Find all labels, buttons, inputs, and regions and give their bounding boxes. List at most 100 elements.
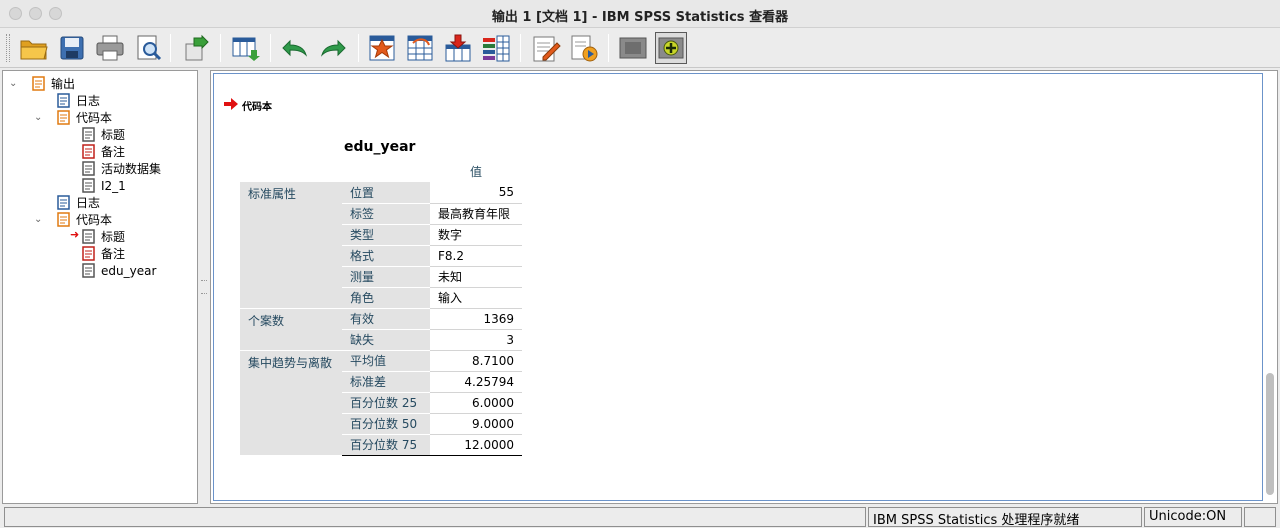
notes-icon <box>81 144 96 159</box>
expand-chevron-icon[interactable]: ⌄ <box>34 112 44 123</box>
row-label: 百分位数 25 <box>342 392 430 414</box>
window-title: 输出 1 [文档 1] - IBM SPSS Statistics 查看器 <box>491 10 789 25</box>
run-script-button[interactable] <box>568 32 600 64</box>
row-value: 6.0000 <box>430 392 522 414</box>
outline-item-label: 活动数据集 <box>101 162 162 176</box>
outline-item-label: 标题 <box>101 230 126 244</box>
row-value: 55 <box>430 182 522 204</box>
dataset-icon <box>81 161 96 176</box>
goto-case-button[interactable] <box>366 32 398 64</box>
status-extra-cell <box>1244 507 1276 527</box>
row-value: 8.7100 <box>430 350 522 372</box>
outline-item-label: edu_year <box>101 263 157 278</box>
row-value: 1369 <box>430 308 522 330</box>
row-label: 位置 <box>342 182 430 204</box>
save-button[interactable] <box>56 32 88 64</box>
show-icon <box>658 37 684 59</box>
export-button[interactable] <box>180 32 212 64</box>
outline-item[interactable]: ⌄ 代码本 <box>34 109 113 126</box>
row-value: 4.25794 <box>430 371 522 393</box>
outline-item[interactable]: 活动数据集 <box>81 160 161 177</box>
print-preview-button[interactable] <box>132 32 164 64</box>
outline-item[interactable]: 备注 <box>81 143 125 160</box>
status-message-cell <box>4 507 866 527</box>
table-row: 集中趋势与离散 平均值 8.7100 <box>240 349 522 455</box>
outline-item[interactable]: ⌄ 输出 <box>9 75 75 92</box>
unicode-status: Unicode:ON <box>1144 507 1242 527</box>
redo-button[interactable] <box>318 32 350 64</box>
goto-variable-button[interactable] <box>404 32 436 64</box>
row-label: 百分位数 50 <box>342 413 430 435</box>
table-row: 标准属性 位置 55 <box>240 182 522 308</box>
print-icon <box>96 35 124 61</box>
table-icon <box>81 263 96 278</box>
outline-item-label: 代码本 <box>76 111 113 125</box>
toolbar <box>0 28 1280 68</box>
row-value: 输入 <box>430 287 522 309</box>
insert-cases-button[interactable] <box>442 32 474 64</box>
outline-item-label: 日志 <box>76 196 101 210</box>
group-label: 集中趋势与离散 <box>240 349 342 455</box>
outline-item-label: 备注 <box>101 247 126 261</box>
group-label: 个案数 <box>240 307 342 350</box>
run-script-icon <box>571 35 598 62</box>
row-label: 角色 <box>342 287 430 309</box>
hide-button[interactable] <box>617 32 649 64</box>
goto-data-button[interactable] <box>230 32 262 64</box>
table-header-row: 值 <box>240 161 522 182</box>
outline-item[interactable]: 日志 <box>56 194 100 211</box>
undo-button[interactable] <box>278 32 310 64</box>
row-label: 平均值 <box>342 349 430 372</box>
title-icon <box>81 127 96 142</box>
expand-chevron-icon[interactable]: ⌄ <box>34 214 44 225</box>
row-label: 类型 <box>342 224 430 246</box>
processor-status: IBM SPSS Statistics 处理程序就绪 <box>868 507 1142 528</box>
outline-item-label: 标题 <box>101 128 126 142</box>
redo-icon <box>320 39 346 57</box>
outline-item[interactable]: I2_1 <box>81 177 126 194</box>
row-value: 未知 <box>430 266 522 288</box>
open-button[interactable] <box>18 32 50 64</box>
outline-item[interactable]: 备注 <box>81 245 125 262</box>
row-value: 最高教育年限 <box>430 203 522 225</box>
open-icon <box>20 40 48 60</box>
print-preview-icon <box>137 35 162 61</box>
row-label: 标准差 <box>342 371 430 393</box>
syntax-button[interactable] <box>530 32 562 64</box>
export-icon <box>185 34 209 61</box>
row-value: 9.0000 <box>430 413 522 435</box>
current-item-arrow-icon: ➜ <box>70 228 80 241</box>
title-bar: 输出 1 [文档 1] - IBM SPSS Statistics 查看器 <box>0 0 1280 28</box>
codebook-table[interactable]: 值标准属性 位置 55 标签 最高教育年限 类型 数字 格式 F8.2 测量 未知 角色 输入 个案数 有效… <box>240 161 522 456</box>
outline-item-label: 备注 <box>101 145 126 159</box>
expand-chevron-icon[interactable]: ⌄ <box>9 78 19 89</box>
group-label: 标准属性 <box>240 182 342 308</box>
pane-splitter[interactable] <box>199 70 209 504</box>
table-row: 个案数 有效 1369 <box>240 307 522 350</box>
outline-item[interactable]: 日志 <box>56 92 100 109</box>
row-label: 百分位数 75 <box>342 434 430 456</box>
row-value: 数字 <box>430 224 522 246</box>
row-label: 格式 <box>342 245 430 267</box>
outline-item[interactable]: edu_year <box>81 262 156 279</box>
goto-case-icon <box>369 35 395 61</box>
outline-pane[interactable]: ⌄ 输出 日志 ⌄ 代码本 标题 备注 活动数据集 I2_1 日志 ⌄ 代码本 ➜ 标题 备注 edu_yea… <box>2 70 198 504</box>
splitter-grip[interactable] <box>201 280 207 294</box>
show-button[interactable] <box>655 32 687 64</box>
variables-button[interactable] <box>480 32 512 64</box>
outline-item-label: 代码本 <box>76 213 113 227</box>
row-label: 有效 <box>342 307 430 330</box>
vertical-scrollbar-thumb[interactable] <box>1266 373 1274 495</box>
outline-item[interactable]: 标题 <box>81 126 125 143</box>
print-button[interactable] <box>94 32 126 64</box>
content-pane[interactable]: 代码本 edu_year 值标准属性 位置 55 标签 最高教育年限 类型 数字 格式 F8.2… <box>210 70 1278 504</box>
outline-item[interactable]: ➜ 标题 <box>70 228 126 245</box>
outline-item[interactable]: ⌄ 代码本 <box>34 211 113 228</box>
vertical-scrollbar[interactable] <box>1265 73 1275 501</box>
row-label: 标签 <box>342 203 430 225</box>
outline-item-label: 日志 <box>76 94 101 108</box>
notes-icon <box>81 246 96 261</box>
row-label: 缺失 <box>342 329 430 351</box>
toolbar-grip[interactable] <box>6 34 10 62</box>
content-area: 代码本 edu_year 值标准属性 位置 55 标签 最高教育年限 类型 数字 格式 F8.2… <box>213 73 1263 501</box>
